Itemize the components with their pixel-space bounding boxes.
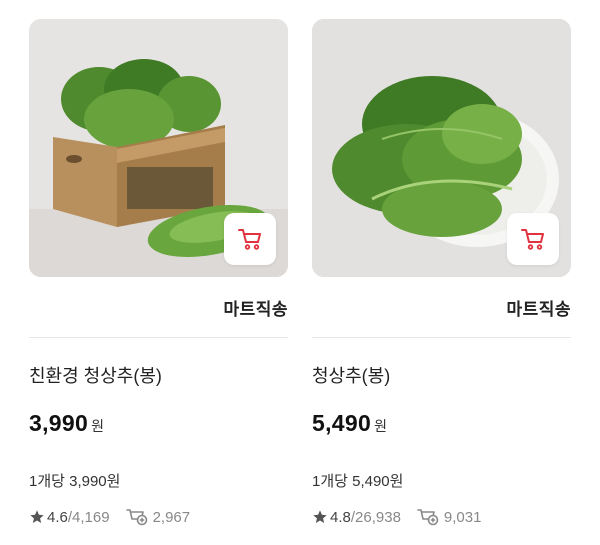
divider xyxy=(29,337,288,338)
unit-price: 1개당 5,490원 xyxy=(312,473,404,490)
product-name[interactable]: 친환경 청상추(봉) xyxy=(29,362,162,388)
delivery-badge: 마트직송 xyxy=(223,300,288,319)
rating-value: 4.6 xyxy=(47,508,68,526)
cart-icon xyxy=(521,229,544,250)
divider xyxy=(312,337,571,338)
review-count: /26,938 xyxy=(350,508,401,526)
product-image[interactable] xyxy=(312,19,571,277)
product-price: 3,990 xyxy=(29,410,89,436)
cart-count: 2,967 xyxy=(152,508,191,526)
price-row: 3,990 원 xyxy=(29,410,104,437)
currency-label: 원 xyxy=(374,418,387,434)
add-to-cart-button[interactable] xyxy=(507,213,559,265)
product-name[interactable]: 청상추(봉) xyxy=(312,362,390,388)
delivery-badge: 마트직송 xyxy=(506,300,571,319)
cart-plus-icon xyxy=(125,508,148,526)
product-image[interactable] xyxy=(29,19,288,277)
cart-count: 9,031 xyxy=(443,508,482,526)
price-row: 5,490 원 xyxy=(312,410,387,437)
currency-label: 원 xyxy=(91,418,104,434)
star-icon xyxy=(30,510,44,523)
star-icon xyxy=(313,510,327,523)
product-price: 5,490 xyxy=(312,410,372,436)
product-stats: 4.8 /26,938 9,031 xyxy=(312,508,481,526)
unit-price: 1개당 3,990원 xyxy=(29,473,121,490)
add-to-cart-button[interactable] xyxy=(224,213,276,265)
cart-icon xyxy=(238,229,261,250)
product-card[interactable]: 마트직송 친환경 청상추(봉) 3,990 원 1개당 3,990원 4.6 /… xyxy=(29,19,288,526)
product-stats: 4.6 /4,169 2,967 xyxy=(29,508,190,526)
cart-plus-icon xyxy=(417,508,439,526)
product-card[interactable]: 마트직송 청상추(봉) 5,490 원 1개당 5,490원 4.8 /26,9… xyxy=(312,19,571,526)
rating-value: 4.8 xyxy=(330,508,351,526)
review-count: /4,169 xyxy=(67,508,110,526)
product-grid: 마트직송 친환경 청상추(봉) 3,990 원 1개당 3,990원 4.6 /… xyxy=(0,0,600,545)
